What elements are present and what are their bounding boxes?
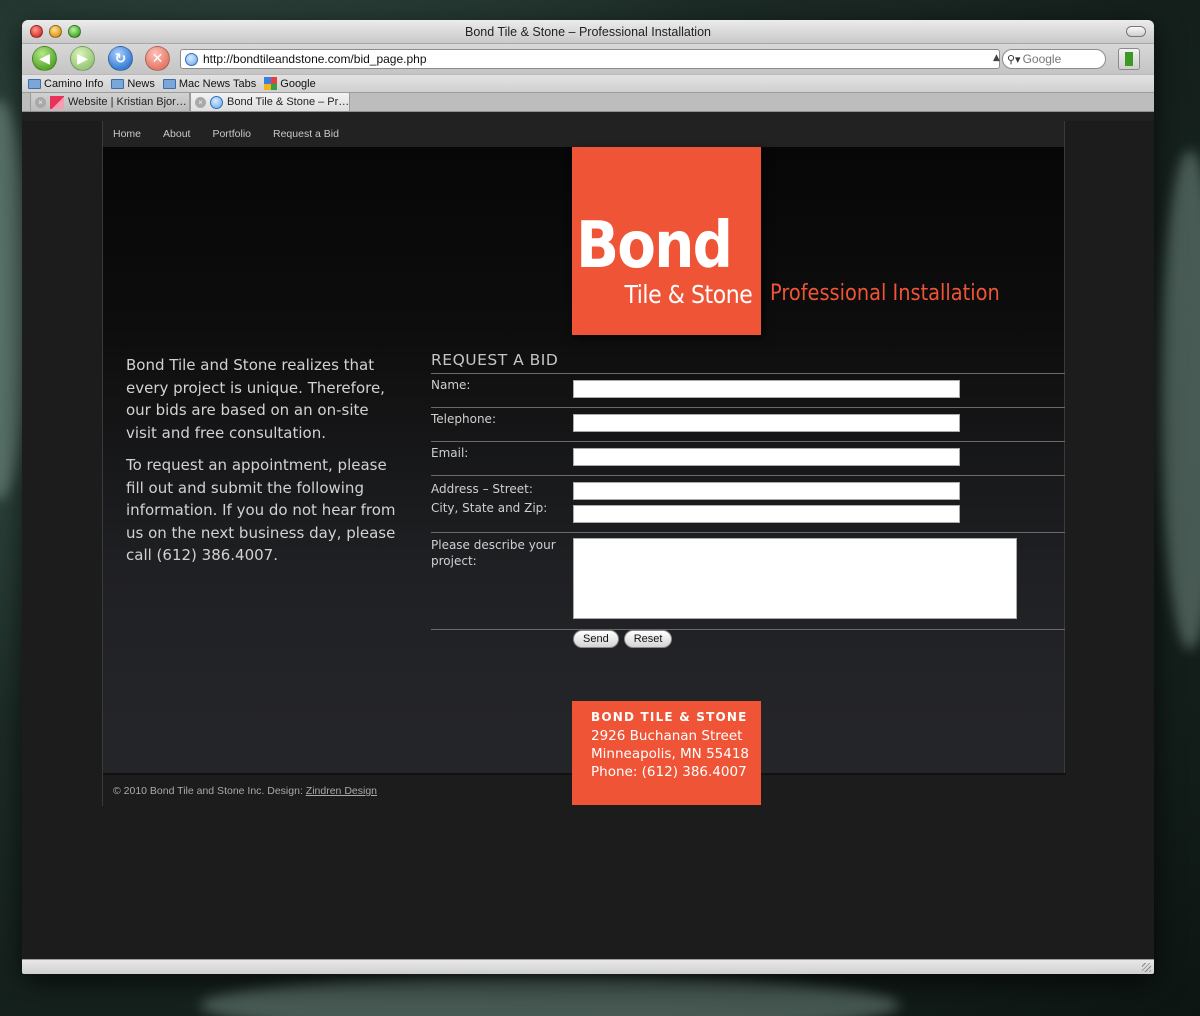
- project-label: Please describe your project:: [431, 538, 556, 568]
- folder-icon: [111, 78, 125, 89]
- stop-icon: ✕: [151, 50, 164, 67]
- google-icon: [264, 77, 278, 90]
- site-globe-icon: [185, 52, 198, 66]
- bid-form: REQUEST A BID Name: Telephone: Email: Ad…: [431, 349, 1065, 630]
- bookmark-camino-info[interactable]: Camino Info: [28, 78, 103, 90]
- tab-bond-tile[interactable]: × Bond Tile & Stone – Pr…: [190, 92, 350, 111]
- close-tab-icon[interactable]: ×: [35, 96, 46, 108]
- email-input[interactable]: [573, 448, 960, 466]
- close-tab-icon[interactable]: ×: [195, 96, 206, 108]
- globe-favicon-icon: [210, 95, 223, 109]
- nav-about-link[interactable]: About: [163, 128, 190, 140]
- address-row: Address – Street: City, State and Zip:: [431, 476, 1065, 533]
- address-bar[interactable]: http://bondtileandstone.com/bid_page.php: [180, 49, 1000, 69]
- street-input[interactable]: [573, 482, 960, 500]
- logo-main-text: Bond: [576, 209, 733, 283]
- toolbar-toggle-button[interactable]: [1126, 26, 1146, 37]
- window-title: Bond Tile & Stone – Professional Install…: [465, 25, 711, 39]
- tab-group-icon: [162, 78, 176, 89]
- site-favicon-icon: [50, 95, 64, 109]
- back-arrow-icon: ◀: [39, 50, 50, 67]
- search-field[interactable]: ⚲▾ Google: [1002, 49, 1106, 69]
- address-bar-url: http://bondtileandstone.com/bid_page.php: [203, 52, 427, 66]
- bookmark-label: News: [127, 77, 155, 90]
- address-city: Minneapolis, MN 55418: [591, 746, 750, 762]
- bookmark-mac-news-tabs[interactable]: Mac News Tabs: [162, 77, 257, 90]
- reset-button[interactable]: Reset: [623, 630, 673, 648]
- brand-logo: Bond Tile & Stone: [572, 147, 761, 335]
- bookmark-label: Google: [280, 77, 316, 90]
- bookmarks-bar: Camino Info News Mac News Tabs Google: [22, 74, 1154, 92]
- intro-paragraph: Bond Tile and Stone realizes that every …: [126, 356, 385, 442]
- telephone-input[interactable]: [573, 414, 960, 432]
- designer-link[interactable]: Zindren Design: [306, 785, 377, 797]
- tab-bar: × Website | Kristian Bjor… × Bond Tile &…: [22, 92, 1154, 112]
- forward-arrow-icon: ▶: [77, 50, 88, 67]
- project-textarea[interactable]: [573, 538, 1017, 619]
- telephone-label: Telephone:: [431, 412, 496, 426]
- address-box: BOND TILE & STONE 2926 Buchanan Street M…: [572, 701, 761, 805]
- tab-label: Website | Kristian Bjor…: [68, 96, 187, 108]
- bookmark-news[interactable]: News: [111, 78, 155, 90]
- bookmark-label: Camino Info: [44, 77, 104, 90]
- logo-sub-text: Tile & Stone: [624, 280, 752, 309]
- tab-label: Bond Tile & Stone – Pr…: [227, 96, 350, 108]
- stop-button[interactable]: ✕: [145, 46, 170, 71]
- city-input[interactable]: [573, 505, 960, 523]
- name-row: Name:: [431, 374, 1065, 408]
- email-row: Email:: [431, 442, 1065, 476]
- reload-icon: ↻: [114, 50, 127, 67]
- status-bar: [22, 959, 1154, 974]
- title-bar: Bond Tile & Stone – Professional Install…: [22, 20, 1154, 44]
- browser-toolbar: ◀ ▶ ↻ ✕ http://bondtileandstone.com/bid_…: [22, 44, 1154, 74]
- bookmark-google[interactable]: Google: [264, 77, 316, 90]
- footer-copyright: © 2010 Bond Tile and Stone Inc. Design: …: [113, 785, 377, 797]
- intro-text: Bond Tile and Stone realizes that every …: [126, 354, 398, 577]
- address-street: 2926 Buchanan Street: [591, 728, 743, 744]
- bookmark-icon: [1125, 52, 1133, 66]
- street-label: Address – Street:: [431, 482, 533, 496]
- search-placeholder: Google: [1022, 52, 1062, 66]
- city-label: City, State and Zip:: [431, 501, 548, 515]
- email-label: Email:: [431, 446, 469, 460]
- name-label: Name:: [431, 378, 471, 392]
- browser-window: Bond Tile & Stone – Professional Install…: [22, 20, 1154, 974]
- search-icon: ⚲▾: [1007, 53, 1021, 66]
- name-input[interactable]: [573, 380, 960, 398]
- url-history-icon[interactable]: ▲: [993, 53, 1000, 63]
- site-container: Home About Portfolio Request a Bid Bond …: [102, 121, 1066, 806]
- tab-website[interactable]: × Website | Kristian Bjor…: [30, 92, 190, 111]
- back-button[interactable]: ◀: [32, 46, 57, 71]
- tagline: Professional Installation: [770, 281, 1000, 306]
- nav-request-bid-link[interactable]: Request a Bid: [273, 128, 339, 140]
- bookmarks-button[interactable]: [1118, 48, 1140, 70]
- nav-home-link[interactable]: Home: [113, 128, 141, 140]
- copyright-text: © 2010 Bond Tile and Stone Inc. Design:: [113, 785, 303, 797]
- telephone-row: Telephone:: [431, 408, 1065, 442]
- nav-portfolio-link[interactable]: Portfolio: [212, 128, 251, 140]
- send-button[interactable]: Send: [573, 630, 619, 648]
- site-nav: Home About Portfolio Request a Bid: [103, 121, 1064, 147]
- intro-paragraph: To request an appointment, please fill o…: [126, 456, 396, 564]
- resize-grip-icon[interactable]: [1142, 963, 1151, 972]
- address-phone: Phone: (612) 386.4007: [591, 764, 747, 780]
- bookmark-label: Mac News Tabs: [178, 77, 257, 90]
- forward-button[interactable]: ▶: [70, 46, 95, 71]
- address-company: BOND TILE & STONE: [591, 710, 748, 724]
- form-title: REQUEST A BID: [431, 349, 1065, 374]
- folder-icon: [28, 78, 41, 89]
- page-viewport: Home About Portfolio Request a Bid Bond …: [22, 121, 1154, 959]
- reload-button[interactable]: ↻: [108, 46, 133, 71]
- project-row: Please describe your project:: [431, 533, 1065, 630]
- form-buttons: Send Reset: [573, 630, 673, 648]
